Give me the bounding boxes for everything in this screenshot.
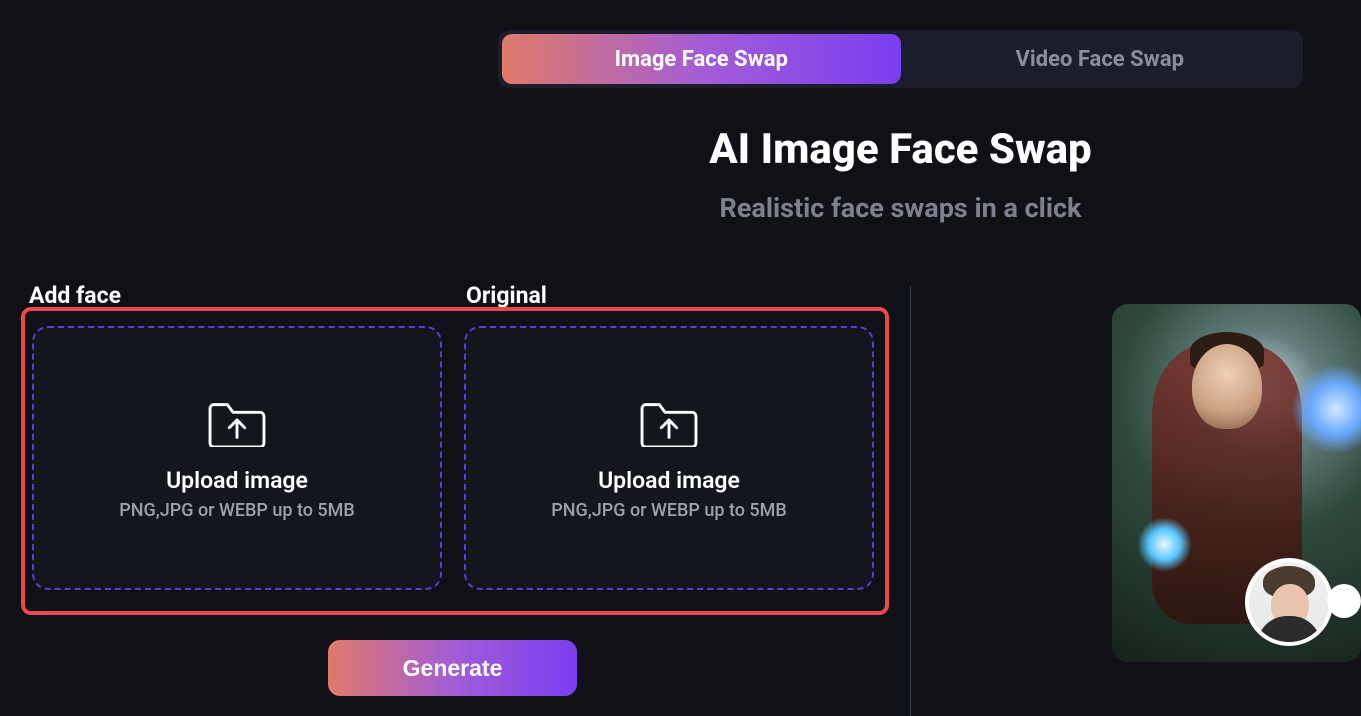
example-face-avatar[interactable] — [1245, 558, 1333, 646]
original-label: Original — [466, 282, 547, 309]
mode-tabs: Image Face Swap Video Face Swap — [498, 30, 1303, 88]
folder-upload-icon — [206, 395, 268, 447]
glow-shape — [1137, 517, 1192, 572]
folder-upload-icon — [638, 395, 700, 447]
addface-label: Add face — [29, 282, 121, 309]
addface-upload-dropzone[interactable]: Upload image PNG,JPG or WEBP up to 5MB — [32, 326, 442, 590]
tab-label: Video Face Swap — [1016, 47, 1185, 72]
heading-block: AI Image Face Swap Realistic face swaps … — [498, 125, 1303, 224]
upload-hint: PNG,JPG or WEBP up to 5MB — [119, 500, 355, 521]
avatar-body — [1257, 616, 1321, 646]
tab-video-face-swap[interactable]: Video Face Swap — [901, 34, 1300, 84]
tab-image-face-swap[interactable]: Image Face Swap — [502, 34, 901, 84]
upload-title: Upload image — [166, 467, 308, 494]
upload-title: Upload image — [598, 467, 740, 494]
generate-label: Generate — [403, 655, 503, 682]
page-subtitle: Realistic face swaps in a click — [498, 192, 1303, 224]
generate-button[interactable]: Generate — [328, 640, 577, 696]
face-shape — [1192, 344, 1262, 429]
page-title: AI Image Face Swap — [498, 125, 1303, 174]
tab-label: Image Face Swap — [615, 47, 788, 72]
upload-hint: PNG,JPG or WEBP up to 5MB — [551, 500, 787, 521]
swap-connector-icon — [1327, 584, 1361, 618]
vertical-divider — [910, 286, 911, 716]
original-upload-dropzone[interactable]: Upload image PNG,JPG or WEBP up to 5MB — [464, 326, 874, 590]
